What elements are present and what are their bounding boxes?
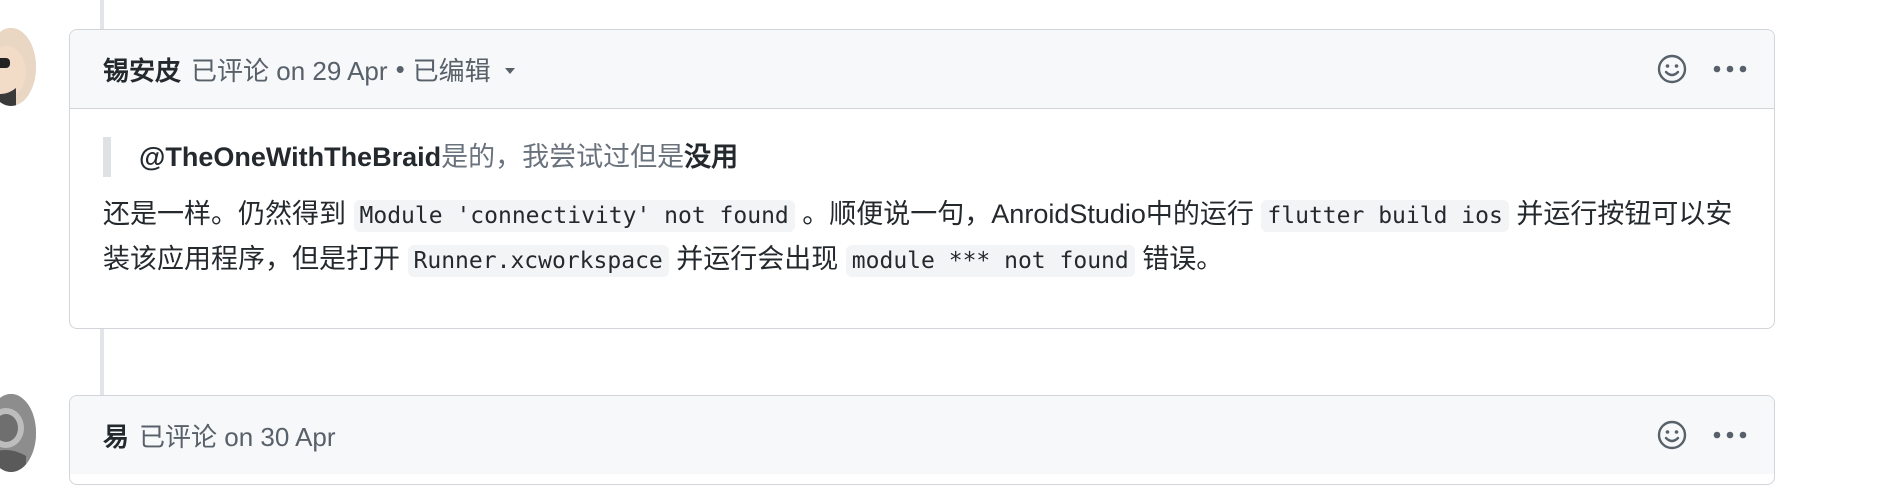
comment-header: 易 已评论 on 30 Apr	[70, 396, 1774, 474]
inline-code: module *** not found	[845, 245, 1135, 277]
quote-text: 是的，我尝试过但是	[441, 142, 685, 172]
body-text: 还是一样。仍然得到	[103, 199, 346, 229]
inline-code: Module 'connectivity' not found	[353, 200, 795, 232]
comment: 易 已评论 on 30 Apr	[69, 395, 1775, 485]
comment-meta: 已评论 on 30 Apr	[139, 417, 336, 454]
edited-label[interactable]: 已编辑	[413, 51, 491, 88]
triangle-down-icon[interactable]	[504, 68, 515, 74]
comment-header: 锡安皮 已评论 on 29 Apr • 已编辑	[70, 30, 1774, 109]
body-text: 错误。	[1142, 244, 1224, 274]
smiley-icon[interactable]	[1656, 419, 1688, 451]
avatar[interactable]	[0, 28, 36, 106]
kebab-horizontal-icon[interactable]	[1712, 429, 1748, 441]
comment-timestamp[interactable]: 已评论 on 29 Apr	[191, 51, 388, 88]
quote-strong-text: 没用	[684, 142, 739, 172]
kebab-horizontal-icon[interactable]	[1712, 63, 1748, 75]
comment-paragraph: 还是一样。仍然得到 Module 'connectivity' not foun…	[103, 193, 1741, 283]
body-text: 。顺便说一句，AnroidStudio中的运行	[802, 199, 1254, 229]
inline-code: Runner.xcworkspace	[407, 245, 669, 277]
smiley-icon[interactable]	[1656, 53, 1688, 85]
comment-author[interactable]: 锡安皮	[103, 51, 181, 88]
comment-meta: 已评论 on 29 Apr • 已编辑	[191, 51, 515, 88]
comment-actions	[1656, 396, 1748, 474]
blockquote: @TheOneWithTheBraid是的，我尝试过但是没用	[103, 137, 1741, 177]
comment-timestamp[interactable]: 已评论 on 30 Apr	[139, 417, 336, 454]
avatar[interactable]	[0, 394, 36, 472]
comment-actions	[1656, 30, 1748, 108]
body-text: 并运行会出现	[676, 244, 839, 274]
inline-code: flutter build ios	[1261, 200, 1509, 232]
comment-author[interactable]: 易	[103, 417, 129, 454]
meta-separator: •	[395, 53, 405, 84]
user-mention[interactable]: @TheOneWithTheBraid	[139, 142, 441, 172]
comment-body: @TheOneWithTheBraid是的，我尝试过但是没用 还是一样。仍然得到…	[70, 109, 1774, 313]
comment: 锡安皮 已评论 on 29 Apr • 已编辑 @TheOneWithTheBr…	[69, 29, 1775, 329]
